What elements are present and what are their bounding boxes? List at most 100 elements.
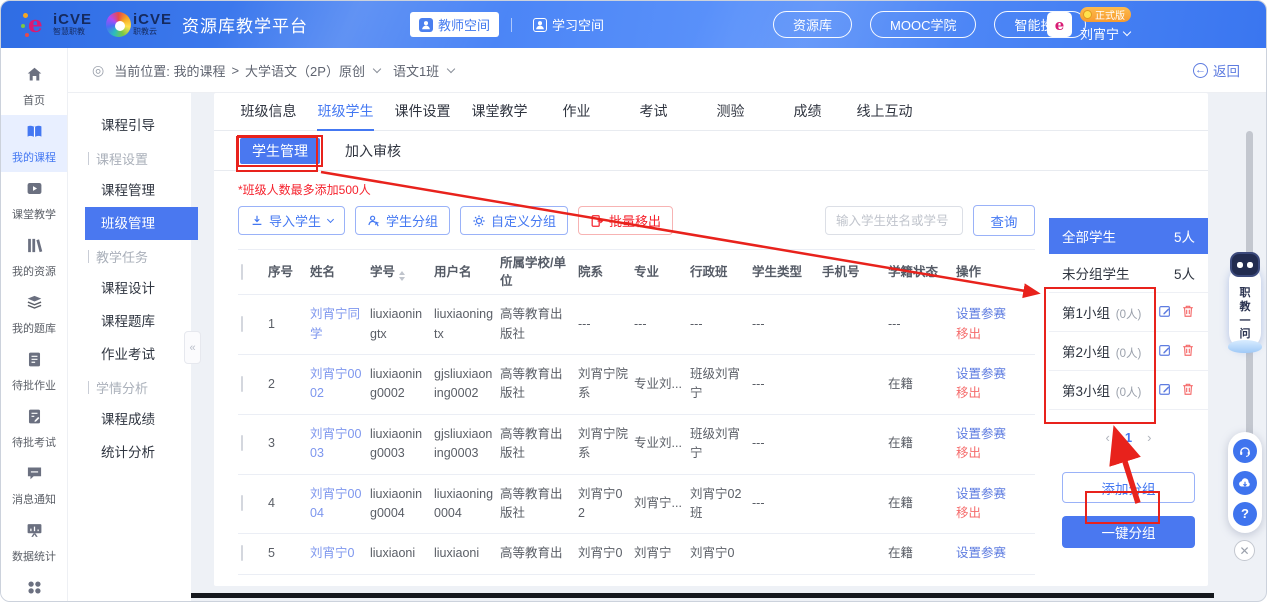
op-remove-link[interactable]: 移出 [956,504,1012,523]
breadcrumb-prefix[interactable]: 当前位置: 我的课程 [114,61,225,80]
select-all-checkbox[interactable] [241,264,243,280]
op-remove-link[interactable]: 移出 [956,444,1012,463]
tab-课件设置[interactable]: 课件设置 [384,93,461,131]
support-headset-button[interactable] [1233,439,1257,463]
group-row[interactable]: 第2小组 (0人) [1049,332,1208,371]
side-menu-item[interactable]: 统计分析 [68,436,191,469]
group-all-students[interactable]: 全部学生 5人 [1049,218,1208,254]
auto-group-button[interactable]: 一键分组 [1062,516,1195,548]
cell-student-type: --- [752,434,822,453]
cell-student-name[interactable]: 刘宵宁同学 [310,305,370,344]
cell-student-name[interactable]: 刘宵宁0 [310,544,370,563]
trash-icon[interactable] [1181,304,1195,321]
cell-row-no: 1 [268,315,310,334]
avatar[interactable]: e [1047,12,1072,37]
cell-status: 在籍 [888,544,956,563]
batch-remove-button[interactable]: 批量移出 [578,206,673,235]
tab-班级学生[interactable]: 班级学生 [307,93,384,131]
edit-icon[interactable] [1158,382,1172,399]
rail-item[interactable]: 待批考试 [1,400,67,457]
chevron-down-icon[interactable] [373,65,381,73]
zhijiao-assistant-widget[interactable]: 职教一问 [1225,252,1265,353]
search-input[interactable] [825,206,963,235]
rail-item[interactable]: 待批作业 [1,343,67,400]
row-checkbox[interactable] [241,495,243,511]
side-menu-item[interactable]: 作业考试 [68,338,191,371]
teacher-space-button[interactable]: 教师空间 [410,12,499,37]
import-students-button[interactable]: 导入学生 [238,206,345,235]
row-checkbox[interactable] [241,376,243,392]
row-checkbox[interactable] [241,316,243,332]
trash-icon[interactable] [1181,382,1195,399]
side-menu-item[interactable]: 课程成绩 [68,403,191,436]
edit-icon[interactable] [1158,304,1172,321]
sidebar-collapse-handle[interactable]: « [184,331,201,364]
breadcrumb-course[interactable]: 大学语文（2P）原创 [245,61,365,80]
rail-item[interactable]: 课堂教学 [1,172,67,229]
cell-student-name[interactable]: 刘宵宁0002 [310,365,370,404]
rail-item[interactable]: 首页 [1,58,67,115]
tab-课堂教学[interactable]: 课堂教学 [461,93,538,131]
side-menu-item[interactable]: 班级管理 [85,207,198,240]
top-nav-pill[interactable]: MOOC学院 [870,11,976,38]
tab-作业[interactable]: 作业 [538,93,615,131]
side-menu-item[interactable]: 课程设计 [68,272,191,305]
page-next-icon[interactable]: › [1147,430,1151,445]
op-remove-link[interactable]: 移出 [956,325,1012,344]
back-button[interactable]: ← 返回 [1193,60,1240,80]
cell-username: gjsliuxiaoning0002 [434,365,500,404]
add-group-button[interactable]: 添加分组 [1062,472,1195,503]
op-set-contest-link[interactable]: 设置参赛 [956,485,1012,504]
row-checkbox[interactable] [241,545,243,561]
breadcrumb-class[interactable]: 语文1班 [393,61,439,80]
top-nav-pill[interactable]: 资源库 [773,11,852,38]
student-grouping-button[interactable]: 学生分组 [355,206,450,235]
rail-item[interactable]: 我的资源 [1,229,67,286]
query-button[interactable]: 查询 [973,205,1035,236]
rail-item-label: 我的题库 [12,320,56,336]
rail-item[interactable]: 第三方应用 [1,571,67,602]
tab-join-review[interactable]: 加入审核 [345,141,401,161]
op-set-contest-link[interactable]: 设置参赛 [956,425,1012,444]
op-set-contest-link[interactable]: 设置参赛 [956,305,1012,324]
brand-zhijiaoyun: iCVE 职教云 [133,12,172,36]
tab-班级信息[interactable]: 班级信息 [230,93,307,131]
rail-item[interactable]: 消息通知 [1,457,67,514]
close-rail-icon[interactable]: ✕ [1234,540,1255,561]
learning-icon [533,18,547,32]
user-menu[interactable]: 刘宵宁 [1080,24,1131,43]
rail-item[interactable]: 我的课程 [1,115,67,172]
group-row[interactable]: 第1小组 (0人) [1049,293,1208,332]
side-menu-item[interactable]: 课程引导 [68,109,191,142]
edit-icon[interactable] [1158,343,1172,360]
cell-student-name[interactable]: 刘宵宁0003 [310,425,370,464]
rail-item[interactable]: 数据统计 [1,514,67,571]
op-set-contest-link[interactable]: 设置参赛 [956,544,1012,563]
side-menu-group: 课程设置 [68,142,191,174]
trash-icon[interactable] [1181,343,1195,360]
tab-测验[interactable]: 测验 [692,93,769,131]
page-prev-icon[interactable]: ‹ [1106,430,1110,445]
tab-student-management[interactable]: 学生管理 [240,138,320,164]
tab-线上互动[interactable]: 线上互动 [846,93,923,131]
op-set-contest-link[interactable]: 设置参赛 [956,365,1012,384]
group-row[interactable]: 第3小组 (0人) [1049,371,1208,410]
download-button[interactable] [1233,471,1257,495]
rail-item[interactable]: 我的题库 [1,286,67,343]
group-ungrouped-students[interactable]: 未分组学生 5人 [1049,254,1208,293]
cell-student-name[interactable]: 刘宵宁0004 [310,485,370,524]
tab-考试[interactable]: 考试 [615,93,692,131]
page-current[interactable]: 1 [1125,430,1132,445]
chevron-down-icon[interactable] [447,65,455,73]
op-remove-link[interactable]: 移出 [956,384,1012,403]
row-select [238,494,268,513]
side-menu-item[interactable]: 课程题库 [68,305,191,338]
side-menu-item[interactable]: 课程管理 [68,174,191,207]
chevron-down-icon [1123,27,1131,35]
row-checkbox[interactable] [241,435,243,451]
help-button[interactable]: ? [1233,502,1257,526]
custom-grouping-button[interactable]: 自定义分组 [460,206,568,235]
sort-icon[interactable] [399,271,405,281]
tab-成绩[interactable]: 成绩 [769,93,846,131]
learning-space-button[interactable]: 学习空间 [524,12,613,37]
